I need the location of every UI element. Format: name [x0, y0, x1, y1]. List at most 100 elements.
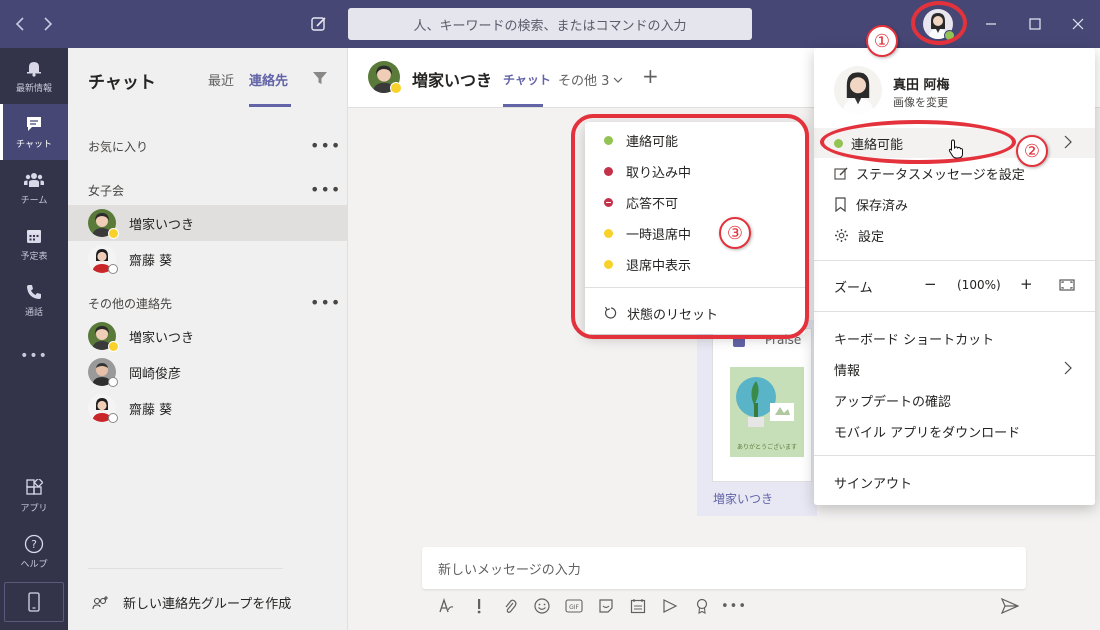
add-tab-button[interactable]: +	[642, 64, 659, 88]
medal-icon	[696, 598, 708, 614]
settings-item[interactable]: 設定	[834, 226, 884, 245]
away-status-badge	[390, 82, 402, 94]
schedule-meeting-button[interactable]	[628, 596, 648, 616]
new-chat-button[interactable]	[306, 12, 332, 36]
section-others-more[interactable]: •••	[310, 293, 341, 312]
more-options-button[interactable]: •••	[721, 596, 746, 616]
offline-status-badge	[108, 264, 118, 274]
chevron-left-icon	[15, 17, 24, 31]
maximize-button[interactable]	[1020, 10, 1050, 38]
divider	[814, 260, 1095, 261]
plant-icon	[736, 377, 794, 427]
send-button[interactable]	[1000, 596, 1020, 616]
appbar-apps[interactable]: アプリ	[0, 468, 68, 524]
edit-icon	[834, 167, 848, 180]
divider	[88, 568, 283, 569]
compose-icon	[311, 17, 326, 31]
phone-icon	[23, 282, 45, 302]
chevron-right-icon	[44, 17, 53, 31]
exclamation-icon	[477, 599, 481, 614]
profile-avatar[interactable]	[834, 66, 882, 114]
zoom-in-button[interactable]: +	[1020, 275, 1033, 293]
contact-name: 増家いつき	[129, 331, 195, 346]
app-bar: 最新情報 チャット チーム 予定表 通話 ••• アプリ ? ヘルプ	[0, 48, 68, 630]
change-image-link[interactable]: 画像を変更	[893, 94, 948, 110]
conversation-title: 増家いつき	[412, 71, 493, 90]
section-favorites-title[interactable]: お気に入り	[88, 138, 148, 155]
contact-item[interactable]: 岡崎俊彦	[68, 354, 347, 390]
emoji-button[interactable]	[532, 596, 552, 616]
gear-icon	[835, 229, 848, 242]
paperclip-icon	[505, 599, 517, 613]
offline-status-badge	[108, 413, 118, 423]
download-mobile-item[interactable]: モバイル アプリをダウンロード	[834, 422, 1020, 441]
message-sender[interactable]: 増家いつき	[713, 490, 773, 507]
maximize-icon	[1029, 18, 1041, 30]
profile-name: 真田 阿梅	[893, 78, 950, 93]
close-button[interactable]	[1063, 10, 1093, 38]
stream-button[interactable]	[660, 596, 680, 616]
attach-button[interactable]	[500, 596, 520, 616]
info-item[interactable]: 情報	[834, 360, 860, 379]
sticker-icon	[599, 599, 613, 613]
check-updates-item[interactable]: アップデートの確認	[834, 391, 951, 410]
appbar-more[interactable]: •••	[0, 328, 68, 384]
message-compose-input[interactable]: 新しいメッセージの入力	[422, 547, 1026, 589]
calendar-icon	[630, 599, 646, 614]
tab-more-label: その他 3	[558, 74, 610, 89]
annotation-ring-3	[571, 114, 809, 339]
section-favorites-more[interactable]: •••	[310, 136, 341, 155]
sticker-button[interactable]	[596, 596, 616, 616]
calendar-icon	[23, 226, 45, 246]
tab-recent[interactable]: 最近	[208, 70, 234, 89]
tab-chat-underline	[503, 104, 543, 107]
tab-contacts[interactable]: 連絡先	[249, 70, 288, 89]
chevron-right-icon	[1064, 135, 1072, 153]
minimize-button[interactable]	[976, 10, 1006, 38]
annotation-ring-1	[911, 1, 967, 45]
set-status-message-item[interactable]: ステータスメッセージを設定	[834, 164, 1025, 183]
divider	[814, 455, 1095, 456]
add-group-icon	[92, 595, 108, 609]
back-button[interactable]	[6, 10, 34, 38]
tab-more[interactable]: その他 3	[558, 70, 623, 89]
appbar-calendar[interactable]: 予定表	[0, 216, 68, 272]
saved-item[interactable]: 保存済み	[834, 195, 908, 214]
forward-button[interactable]	[34, 10, 62, 38]
tab-chat[interactable]: チャット	[503, 71, 551, 88]
keyboard-shortcuts-item[interactable]: キーボード ショートカット	[834, 329, 994, 348]
emoji-icon	[534, 598, 550, 614]
search-input[interactable]: 人、キーワードの検索、またはコマンドの入力	[348, 8, 752, 40]
important-button[interactable]	[469, 596, 489, 616]
praise-button[interactable]	[692, 596, 712, 616]
contact-item[interactable]: 増家いつき	[68, 205, 347, 241]
gif-button[interactable]: GIF	[564, 596, 584, 616]
contact-item[interactable]: 増家いつき	[68, 318, 347, 354]
section-others-title[interactable]: その他の連絡先	[88, 295, 172, 312]
section-group-title[interactable]: 女子会	[88, 182, 124, 199]
appbar-help[interactable]: ? ヘルプ	[0, 524, 68, 580]
fullscreen-button[interactable]	[1059, 279, 1075, 295]
contact-item[interactable]: 齋藤 葵	[68, 241, 347, 277]
appbar-calls[interactable]: 通話	[0, 272, 68, 328]
format-button[interactable]	[436, 596, 456, 616]
praise-card: Praise ありがとうございます	[712, 328, 812, 482]
section-group-more[interactable]: •••	[310, 180, 341, 199]
play-icon	[663, 599, 678, 613]
appbar-teams[interactable]: チーム	[0, 160, 68, 216]
mobile-button[interactable]	[4, 582, 64, 622]
set-status-message-label: ステータスメッセージを設定	[856, 168, 1025, 183]
contact-item[interactable]: 齋藤 葵	[68, 390, 347, 426]
new-contact-group-button[interactable]: 新しい連絡先グループを作成	[92, 593, 291, 612]
svg-text:?: ?	[31, 538, 37, 551]
bookmark-icon	[835, 197, 846, 212]
offline-status-badge	[108, 377, 118, 387]
appbar-chat[interactable]: チャット	[0, 104, 68, 160]
close-icon	[1072, 18, 1084, 30]
divider	[814, 311, 1095, 312]
chat-icon	[23, 114, 45, 134]
sign-out-item[interactable]: サインアウト	[834, 473, 912, 492]
zoom-out-button[interactable]: −	[924, 275, 937, 293]
filter-button[interactable]	[312, 70, 328, 90]
appbar-activity[interactable]: 最新情報	[0, 48, 68, 104]
